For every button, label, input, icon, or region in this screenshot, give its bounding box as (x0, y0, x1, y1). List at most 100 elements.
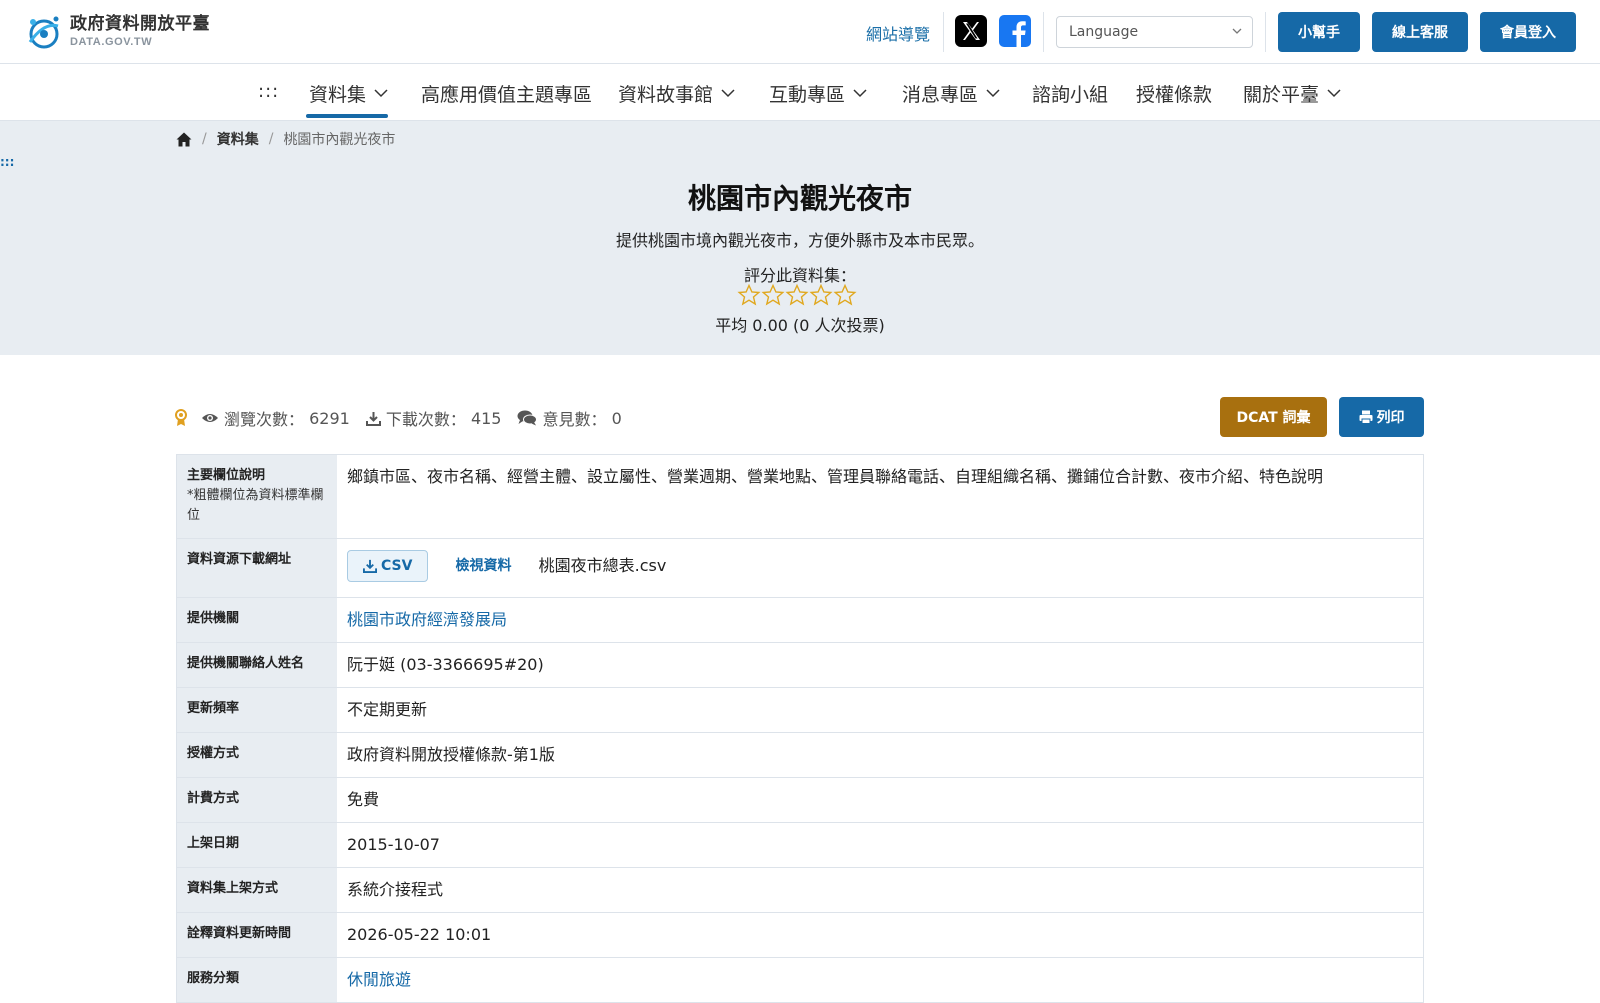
nav-item-data-stories[interactable]: 資料故事館 (618, 78, 735, 108)
table-row: 上架日期 2015-10-07 (176, 823, 1424, 868)
online-support-button[interactable]: 線上客服 (1372, 12, 1468, 52)
language-select[interactable]: Language (1056, 16, 1253, 48)
chevron-down-icon (1327, 88, 1341, 97)
downloads-count: 415 (470, 408, 502, 428)
breadcrumb-separator: / (202, 131, 207, 147)
comments-icon (517, 410, 538, 426)
star-icon[interactable] (785, 284, 809, 306)
nav-item-label: 互動專區 (769, 83, 846, 106)
logo-title: 政府資料開放平臺 (70, 14, 210, 34)
download-icon (363, 559, 377, 573)
nav-item-news[interactable]: 消息專區 (902, 78, 1000, 108)
nav-item-high-value-topics[interactable]: 高應用價值主題專區 (421, 78, 592, 108)
nav-item-interactive[interactable]: 互動專區 (769, 78, 867, 108)
table-row: 提供機關 桃園市政府經濟發展局 (176, 598, 1424, 643)
nav-item-advisory[interactable]: 諮詢小組 (1032, 78, 1108, 108)
category-link[interactable]: 休閒旅遊 (347, 970, 411, 989)
x-twitter-icon[interactable] (955, 15, 987, 47)
csv-download-button[interactable]: CSV (347, 550, 429, 582)
nav-item-license[interactable]: 授權條款 (1136, 78, 1212, 108)
award-badge-icon (175, 409, 187, 426)
comments-label: 意見數： (542, 410, 607, 429)
contact-value: 阮于娗 (03-3366695#20) (347, 655, 544, 674)
main-nav: ::: 資料集 高應用價值主題專區 資料故事館 互動專區 消息專區 諮詢小組 授… (0, 64, 1600, 121)
contact-label: 提供機關聯絡人姓名 (177, 643, 337, 687)
language-placeholder: Language (1069, 24, 1139, 40)
table-row: 授權方式 政府資料開放授權條款-第1版 (176, 733, 1424, 778)
active-nav-indicator (306, 114, 388, 118)
star-icon[interactable] (737, 284, 761, 306)
fee-label: 計費方式 (177, 778, 337, 822)
sitemap-link[interactable]: 網站導覽 (866, 21, 930, 45)
rating-average: 平均 0.00 (0 人次投票) (715, 316, 885, 335)
table-row: 計費方式 免費 (176, 778, 1424, 823)
page-title: 桃園市內觀光夜市 (687, 182, 912, 215)
breadcrumb-separator: / (268, 131, 274, 147)
breadcrumb: / 資料集 / 桃園市內觀光夜市 (176, 129, 395, 149)
eye-icon (202, 414, 218, 422)
nav-item-label: 諮詢小組 (1032, 83, 1109, 106)
frequency-label: 更新頻率 (177, 688, 337, 732)
method-label: 資料集上架方式 (177, 868, 337, 912)
facebook-icon[interactable] (999, 15, 1031, 47)
home-icon[interactable] (176, 132, 192, 147)
nav-item-label: 高應用價值主題專區 (421, 83, 593, 106)
star-icon[interactable] (809, 284, 833, 306)
table-row: 詮釋資料更新時間 2026-05-22 10:01 (176, 913, 1424, 958)
nav-item-label: 關於平臺 (1243, 83, 1320, 106)
published-label: 上架日期 (177, 823, 337, 867)
nav-item-about[interactable]: 關於平臺 (1243, 78, 1341, 108)
table-row: 資料資源下載網址 CSV 檢視資料 桃園夜市總表.csv (176, 539, 1424, 598)
rating-label: 評分此資料集： (743, 266, 856, 285)
fields-note: *粗體欄位為資料標準欄位 (187, 488, 324, 523)
frequency-value: 不定期更新 (347, 700, 428, 719)
license-value: 政府資料開放授權條款-第1版 (347, 745, 555, 764)
fields-label: 主要欄位說明 (187, 468, 266, 483)
helper-button[interactable]: 小幫手 (1278, 12, 1360, 52)
downloads-stat: 下載次數： 415 (365, 406, 502, 430)
resource-cell: CSV 檢視資料 桃園夜市總表.csv (337, 539, 1423, 597)
chevron-down-icon (853, 88, 867, 97)
nav-item-label: 資料集 (309, 83, 367, 106)
nav-item-datasets[interactable]: 資料集 (309, 78, 388, 108)
meta-updated-value: 2026-05-22 10:01 (347, 925, 492, 944)
category-label: 服務分類 (177, 958, 337, 1002)
chevron-down-icon (986, 88, 1000, 97)
divider (1265, 12, 1266, 52)
table-row: 服務分類 休閒旅遊 (176, 958, 1424, 1003)
comments-count: 0 (611, 408, 622, 428)
fee-value: 免費 (347, 790, 380, 809)
provider-link[interactable]: 桃園市政府經濟發展局 (347, 610, 507, 629)
meta-updated-label: 詮釋資料更新時間 (177, 913, 337, 957)
method-value: 系統介接程式 (347, 880, 444, 899)
dataset-hero: / 資料集 / 桃園市內觀光夜市 ::: 桃園市內觀光夜市 提供桃園市境內觀光夜… (0, 121, 1600, 355)
star-icon[interactable] (761, 284, 785, 306)
license-label: 授權方式 (177, 733, 337, 777)
breadcrumb-datasets[interactable]: 資料集 (217, 129, 259, 149)
printer-icon (1359, 410, 1372, 424)
views-count: 6291 (309, 408, 350, 428)
site-logo[interactable]: 政府資料開放平臺 DATA.GOV.TW (24, 12, 210, 52)
nav-accesskey[interactable]: ::: (258, 81, 279, 102)
print-label: 列印 (1376, 410, 1405, 426)
fields-value: 鄉鎮市區、夜市名稱、經營主體、設立屬性、營業週期、營業地點、管理員聯絡電話、自理… (347, 467, 1324, 486)
print-button[interactable]: 列印 (1339, 397, 1424, 437)
resource-file-name: 桃園夜市總表.csv (538, 556, 667, 575)
star-icon[interactable] (833, 284, 857, 306)
views-stat: 瀏覽次數： 6291 (201, 406, 350, 430)
chevron-down-icon (374, 88, 388, 97)
provider-label: 提供機關 (177, 598, 337, 642)
rating-stars[interactable] (737, 284, 857, 306)
dcat-vocabulary-button[interactable]: DCAT 詞彙 (1220, 397, 1327, 437)
download-icon (365, 411, 381, 426)
logo-icon (24, 12, 64, 52)
table-row: 主要欄位說明 *粗體欄位為資料標準欄位 鄉鎮市區、夜市名稱、經營主體、設立屬性、… (176, 455, 1424, 539)
site-header: 政府資料開放平臺 DATA.GOV.TW 網站導覽 Language 小幫手 線… (0, 0, 1600, 64)
table-row: 更新頻率 不定期更新 (176, 688, 1424, 733)
comments-stat: 意見數： 0 (517, 406, 622, 430)
dataset-description: 提供桃園市境內觀光夜市，方便外縣市及本市民眾。 (615, 231, 984, 250)
view-data-link[interactable]: 檢視資料 (456, 555, 512, 577)
divider (1043, 12, 1044, 52)
member-login-button[interactable]: 會員登入 (1480, 12, 1576, 52)
content-accesskey[interactable]: ::: (0, 155, 14, 169)
